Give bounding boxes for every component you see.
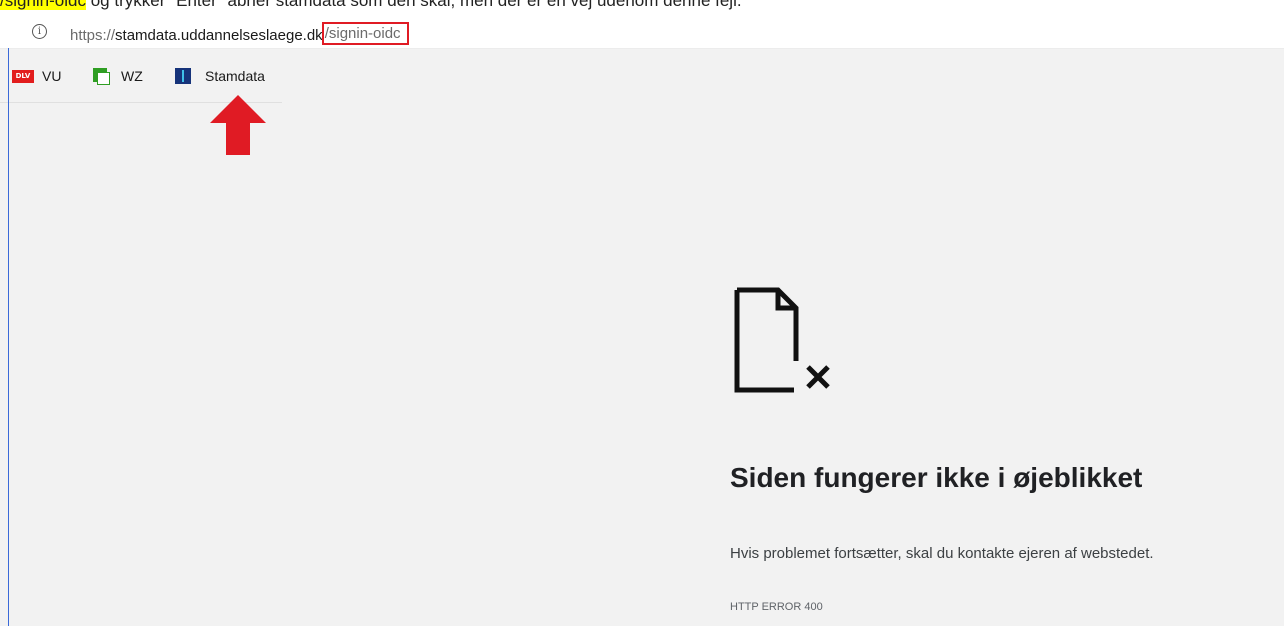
address-bar[interactable]: i https://stamdata.uddannelseslaege.dk/s… bbox=[0, 18, 1284, 49]
instruction-text: /signin-oidc og trykker "Enter" åbner st… bbox=[0, 0, 742, 11]
red-up-arrow-icon bbox=[210, 95, 266, 155]
bookmark-vu[interactable]: DLV VU bbox=[12, 68, 61, 84]
url-host: stamdata.uddannelseslaege.dk bbox=[115, 27, 323, 44]
bookmark-label: Stamdata bbox=[205, 68, 265, 84]
bookmark-stamdata[interactable]: Stamdata bbox=[175, 68, 265, 84]
stamdata-icon bbox=[175, 68, 191, 84]
dlv-icon: DLV bbox=[12, 69, 34, 83]
instruction-text-strip: /signin-oidc og trykker "Enter" åbner st… bbox=[0, 0, 1284, 18]
url-path-highlight-box: /signin-oidc bbox=[321, 22, 409, 45]
url-text[interactable]: https://stamdata.uddannelseslaege.dk/sig… bbox=[70, 22, 409, 47]
instruction-rest: og trykker "Enter" åbner stamdata som de… bbox=[86, 0, 742, 10]
highlighted-path: /signin-oidc bbox=[0, 0, 86, 10]
error-code: HTTP ERROR 400 bbox=[730, 601, 823, 613]
info-icon[interactable]: i bbox=[32, 24, 47, 39]
error-title: Siden fungerer ikke i øjeblikket bbox=[730, 462, 1143, 493]
wz-icon bbox=[93, 68, 110, 85]
window-left-border bbox=[8, 48, 9, 626]
url-scheme: https:// bbox=[70, 27, 116, 44]
error-description: Hvis problemet fortsætter, skal du konta… bbox=[730, 545, 1154, 562]
broken-file-icon bbox=[734, 287, 830, 393]
bookmark-label: VU bbox=[42, 68, 62, 84]
bookmark-label: WZ bbox=[121, 68, 143, 84]
bookmark-wz[interactable]: WZ bbox=[93, 68, 143, 85]
